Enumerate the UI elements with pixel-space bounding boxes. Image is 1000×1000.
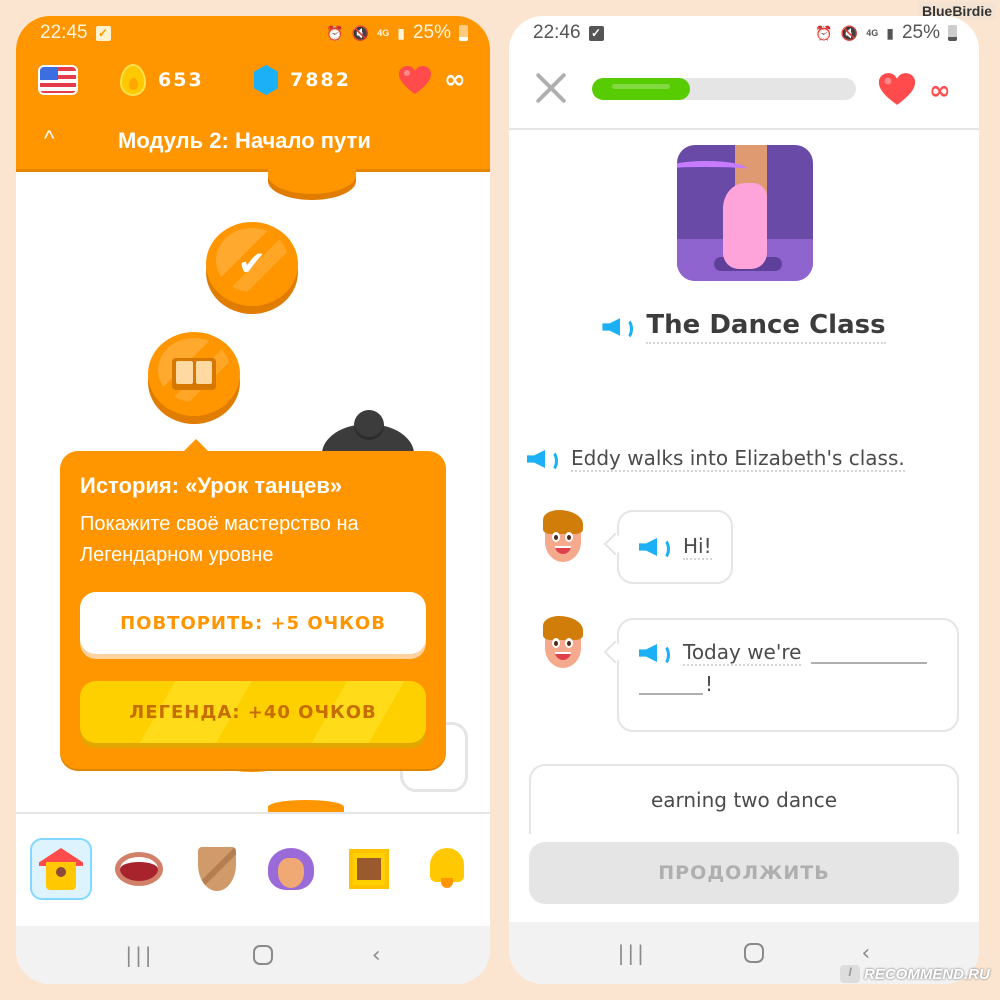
story-title[interactable]: The Dance Class: [646, 310, 886, 344]
legend-button[interactable]: ЛЕГЕНДА: +40 ОЧКОВ: [80, 681, 426, 743]
mouth-icon: [115, 852, 163, 886]
stats-row: 653 7882 ∞: [16, 60, 490, 100]
streak-flame-icon: [120, 64, 146, 96]
speaker-icon[interactable]: [602, 315, 636, 340]
mute-icon: 🔇: [840, 24, 859, 41]
recommend-logo-icon: I: [840, 965, 860, 983]
system-nav-bar: ||| ‹: [16, 926, 490, 984]
phone-screen-path: 22:45 ✓ ⏰ 🔇 4G ▮ 25% 653 7882 ∞ ^ Модуль…: [16, 16, 490, 984]
popup-description: Покажите своё мастерство на Легендарном …: [80, 513, 359, 566]
dialog-text[interactable]: Today we're: [683, 640, 802, 666]
course-selector[interactable]: [38, 65, 78, 95]
chest-icon: [349, 849, 389, 889]
alarm-icon: ⏰: [815, 24, 833, 41]
lesson-header: ∞: [509, 60, 979, 130]
ballet-shoe-icon: [677, 145, 813, 281]
flag-us-icon: [38, 65, 78, 95]
status-bar: 22:46 ✓ ⏰ 🔇 4G ▮ 25%: [509, 16, 979, 50]
lesson-progress-fill: [592, 78, 690, 100]
narration-text[interactable]: Eddy walks into Elizabeth's class.: [571, 446, 905, 472]
status-time: 22:45: [40, 22, 88, 43]
mute-icon: 🔇: [351, 24, 370, 41]
home-button[interactable]: [744, 943, 765, 963]
bottom-nav: [16, 812, 490, 926]
hearts-counter[interactable]: ∞: [398, 65, 466, 95]
status-time: 22:46: [533, 22, 581, 43]
battery-icon: [459, 25, 468, 41]
speaker-icon[interactable]: [639, 641, 673, 666]
nav-home[interactable]: [30, 838, 92, 900]
continue-button[interactable]: ПРОДОЛЖИТЬ: [529, 842, 959, 904]
module-bar[interactable]: ^ Модуль 2: Начало пути: [16, 124, 490, 160]
dialog-text[interactable]: Hi!: [683, 534, 712, 560]
dialog-text-suffix: !: [705, 672, 714, 696]
notification-check-icon: ✓: [588, 25, 604, 41]
gems-count: 7882: [290, 69, 351, 91]
hearts-counter[interactable]: ∞: [877, 72, 951, 110]
recommend-watermark: I RECOMMEND.RU: [840, 965, 990, 983]
gems-counter[interactable]: 7882: [254, 65, 351, 95]
lesson-progress-bar: [592, 78, 856, 100]
popup-title: История: «Урок танцев»: [80, 473, 343, 498]
avatar-icon: [268, 848, 314, 890]
speaker-icon[interactable]: [527, 447, 561, 472]
house-icon: [39, 848, 83, 890]
speaker-icon[interactable]: [639, 535, 673, 560]
nav-profile[interactable]: [260, 838, 322, 900]
eddy-avatar: [539, 510, 587, 562]
back-button[interactable]: ‹: [372, 943, 381, 968]
hearts-infinity: ∞: [444, 65, 466, 95]
path-node-lesson-completed[interactable]: ✔: [206, 222, 298, 306]
course-header: 22:45 ✓ ⏰ 🔇 4G ▮ 25% 653 7882 ∞ ^ Модуль…: [16, 16, 490, 172]
streak-counter[interactable]: 653: [120, 64, 204, 96]
battery-percent: 25%: [412, 22, 451, 43]
story-popup: История: «Урок танцев» Покажите своё мас…: [60, 439, 446, 769]
path-node-story[interactable]: [148, 332, 240, 416]
answer-blank: [811, 642, 928, 664]
recent-apps-button[interactable]: |||: [618, 941, 647, 965]
nav-speaking[interactable]: [108, 838, 170, 900]
bell-icon: [428, 848, 466, 890]
phone-screen-story: 22:46 ✓ ⏰ 🔇 4G ▮ 25% ∞ The Dance Class E…: [509, 16, 979, 984]
gem-icon: [254, 65, 278, 95]
module-title: Модуль 2: Начало пути: [118, 128, 371, 153]
4g-icon: 4G: [866, 27, 879, 38]
recommend-text: RECOMMEND.RU: [864, 965, 990, 983]
recent-apps-button[interactable]: |||: [125, 943, 154, 967]
book-icon: [172, 358, 216, 390]
repeat-button[interactable]: ПОВТОРИТЬ: +5 ОЧКОВ: [80, 592, 426, 654]
story-title-row: The Dance Class: [509, 310, 979, 344]
heart-icon: [398, 65, 432, 95]
alarm-icon: ⏰: [326, 24, 344, 41]
4g-icon: 4G: [377, 27, 390, 38]
signal-icon: ▮: [886, 24, 894, 41]
answer-blank: [639, 673, 703, 695]
narration-line: Eddy walks into Elizabeth's class.: [527, 446, 905, 472]
check-icon: ✔: [237, 244, 267, 284]
eddy-avatar: [539, 616, 587, 668]
home-button[interactable]: [253, 945, 274, 965]
nav-notifications[interactable]: [416, 838, 478, 900]
nav-shop[interactable]: [338, 838, 400, 900]
answer-option[interactable]: earning two dance: [529, 764, 959, 834]
heart-icon: [877, 72, 917, 110]
close-icon[interactable]: [533, 70, 569, 106]
streak-count: 653: [158, 69, 204, 91]
back-button[interactable]: ‹: [862, 941, 871, 966]
chevron-up-icon[interactable]: ^: [44, 126, 54, 152]
dialog-bubble: Today we're !: [617, 618, 959, 732]
battery-percent: 25%: [901, 22, 940, 43]
battery-icon: [948, 25, 957, 41]
signal-icon: ▮: [397, 24, 405, 41]
path-node-completed[interactable]: [268, 156, 356, 194]
nav-leagues[interactable]: [186, 838, 248, 900]
shield-icon: [198, 847, 236, 891]
hearts-infinity: ∞: [929, 76, 951, 106]
status-bar: 22:45 ✓ ⏰ 🔇 4G ▮ 25%: [16, 16, 490, 50]
notification-check-icon: ✓: [95, 25, 111, 41]
dialog-bubble: Hi!: [617, 510, 733, 584]
